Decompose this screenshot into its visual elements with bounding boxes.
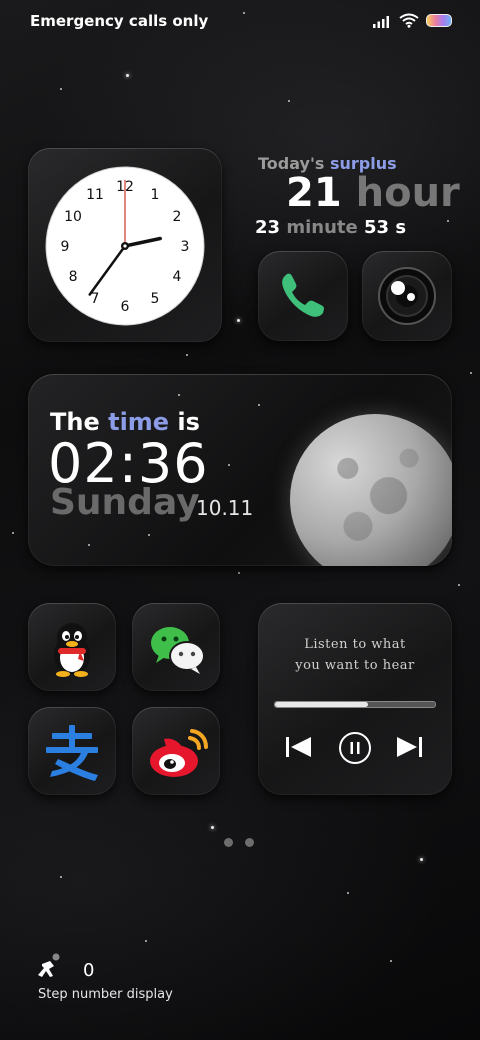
clock-number: 2 bbox=[173, 209, 182, 225]
star bbox=[288, 100, 290, 102]
battery-icon bbox=[426, 14, 452, 27]
running-person-icon bbox=[38, 953, 60, 977]
page-indicator[interactable] bbox=[224, 838, 254, 847]
day-name: Sunday bbox=[50, 482, 200, 523]
star bbox=[145, 940, 147, 942]
home-screen: Emergency calls only 12 1 2 3 4 5 6 7 8 9 10 11 To bbox=[0, 0, 480, 1040]
surplus-minutes-seconds: 23 minute 53 s bbox=[255, 217, 406, 238]
clock-number: 6 bbox=[121, 299, 130, 315]
page-dot[interactable] bbox=[245, 838, 254, 847]
music-tagline-line2: you want to hear bbox=[295, 658, 415, 673]
wechat-app-icon[interactable] bbox=[132, 603, 220, 691]
camera-icon bbox=[378, 267, 436, 325]
step-count: 0 bbox=[83, 960, 95, 981]
star bbox=[12, 532, 14, 534]
clock-number: 4 bbox=[173, 269, 182, 285]
star bbox=[347, 892, 349, 894]
clock-number: 8 bbox=[69, 269, 78, 285]
star bbox=[228, 464, 230, 466]
star bbox=[458, 584, 460, 586]
analog-clock: 121234567891011 bbox=[45, 166, 205, 326]
star bbox=[60, 876, 62, 878]
clock-number: 9 bbox=[61, 239, 70, 255]
surplus-hours-value: 21 bbox=[286, 170, 342, 216]
star bbox=[238, 572, 240, 574]
moon-image bbox=[290, 414, 452, 566]
surplus-seconds-unit: s bbox=[395, 217, 407, 238]
phone-icon bbox=[282, 273, 324, 317]
star bbox=[243, 12, 245, 14]
clock-number: 1 bbox=[151, 187, 160, 203]
star bbox=[60, 88, 62, 90]
surplus-hours: 21 hour bbox=[286, 170, 460, 216]
page-dot[interactable] bbox=[224, 838, 233, 847]
music-player-widget[interactable]: Listen to what you want to hear bbox=[258, 603, 452, 795]
step-label: Step number display bbox=[38, 987, 173, 1002]
pause-icon[interactable] bbox=[338, 731, 372, 765]
star bbox=[470, 372, 472, 374]
status-carrier-text: Emergency calls only bbox=[30, 12, 209, 30]
music-tagline-line1: Listen to what bbox=[304, 637, 406, 652]
star bbox=[186, 354, 188, 356]
star bbox=[420, 858, 423, 861]
star bbox=[447, 220, 449, 222]
star bbox=[148, 534, 150, 536]
camera-app-icon[interactable] bbox=[362, 251, 452, 341]
star bbox=[126, 74, 129, 77]
music-progress-fill bbox=[275, 702, 368, 707]
weibo-app-icon[interactable] bbox=[132, 707, 220, 795]
surplus-hours-unit: hour bbox=[355, 170, 460, 216]
signal-icon bbox=[373, 15, 389, 28]
music-progress-bar[interactable] bbox=[274, 701, 436, 708]
alipay-app-icon[interactable] bbox=[28, 707, 116, 795]
time-widget[interactable]: The time is 02:36 Sunday 10.11 bbox=[28, 374, 452, 566]
alipay-icon bbox=[46, 725, 98, 781]
status-icons bbox=[372, 13, 452, 28]
surplus-minutes-value: 23 bbox=[255, 217, 281, 238]
star bbox=[178, 394, 180, 396]
star bbox=[211, 826, 214, 829]
surplus-minutes-unit: minute bbox=[286, 217, 358, 238]
qq-penguin-icon bbox=[54, 623, 90, 677]
previous-track-icon[interactable] bbox=[284, 735, 314, 759]
day-date: 10.11 bbox=[196, 496, 254, 520]
clock-widget[interactable]: 12 1 2 3 4 5 6 7 8 9 10 11 bbox=[28, 148, 222, 342]
weibo-icon bbox=[150, 729, 208, 777]
clock-number: 10 bbox=[64, 209, 82, 225]
next-track-icon[interactable] bbox=[394, 735, 424, 759]
star bbox=[390, 960, 392, 962]
qq-app-icon[interactable] bbox=[28, 603, 116, 691]
wechat-bubbles-icon bbox=[151, 627, 205, 674]
star bbox=[258, 404, 260, 406]
clock-number: 11 bbox=[86, 187, 104, 203]
star bbox=[88, 544, 90, 546]
clock-number: 5 bbox=[151, 291, 160, 307]
star bbox=[237, 319, 240, 322]
clock-number: 3 bbox=[181, 239, 190, 255]
wifi-icon bbox=[399, 13, 419, 28]
phone-app-icon[interactable] bbox=[258, 251, 348, 341]
surplus-seconds-value: 53 bbox=[364, 217, 390, 238]
